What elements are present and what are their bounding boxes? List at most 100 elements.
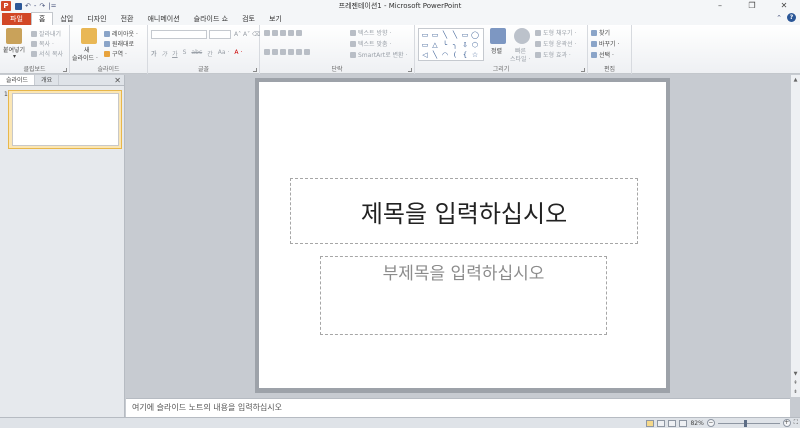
font-color-button[interactable]: A · <box>234 49 242 58</box>
shape-diagonal-icon[interactable]: ╲ <box>430 50 440 60</box>
alignment-buttons[interactable] <box>264 49 310 55</box>
subtitle-placeholder[interactable]: 부제목을 입력하십시오 <box>320 256 607 335</box>
shape-connector-icon[interactable]: ╮ <box>450 40 460 50</box>
shape-brace-icon[interactable]: { <box>460 50 470 60</box>
section-button[interactable]: 구역 · <box>104 49 127 58</box>
slide[interactable]: 제목을 입력하십시오 부제목을 입력하십시오 <box>259 82 666 388</box>
zoom-slider-thumb[interactable] <box>743 419 747 427</box>
notes-pane[interactable]: 여기에 슬라이드 노트의 내용을 입력하십시오 <box>126 398 790 417</box>
tab-view[interactable]: 보기 <box>262 13 289 25</box>
redo-icon[interactable]: ↷ <box>39 2 45 10</box>
shape-down-arrow-icon[interactable]: ⇩ <box>460 40 470 50</box>
text-direction-button[interactable]: 텍스트 방향 · <box>350 28 391 37</box>
convert-smartart-button[interactable]: SmartArt로 변환 · <box>350 50 407 59</box>
tab-transitions[interactable]: 전환 <box>114 13 141 25</box>
shape-textbox-icon[interactable]: ▭ <box>430 30 440 40</box>
shape-rectangle-icon[interactable]: ▭ <box>420 30 430 40</box>
scroll-down-icon[interactable]: ▼ <box>791 371 800 377</box>
grow-shrink-font-buttons[interactable]: A˄ A˅ <box>234 31 250 38</box>
previous-slide-icon[interactable]: ⇞ <box>791 380 800 386</box>
minimize-button[interactable]: – <box>704 0 736 12</box>
shape-effects-button[interactable]: 도형 효과 · <box>535 50 571 59</box>
close-panel-icon[interactable]: ✕ <box>114 75 121 86</box>
shape-arrow-line-icon[interactable]: ╲ <box>450 30 460 40</box>
tab-slides-pane[interactable]: 슬라이드 <box>0 75 36 85</box>
next-slide-icon[interactable]: ⇟ <box>791 389 800 395</box>
shape-rounded-rect-icon[interactable]: ▭ <box>460 30 470 40</box>
shadow-button[interactable]: S <box>183 49 187 58</box>
shape-line-icon[interactable]: ╲ <box>440 30 450 40</box>
paste-icon[interactable] <box>6 28 22 44</box>
paste-dropdown[interactable]: ▾ <box>13 53 16 60</box>
tab-file[interactable]: 파일 <box>2 13 31 25</box>
slide-thumbnail[interactable] <box>12 93 119 146</box>
change-case-button[interactable]: Aa · <box>218 49 230 58</box>
slide-sorter-view-icon[interactable] <box>657 419 666 427</box>
shapes-gallery[interactable]: ▭ ▭ ╲ ╲ ▭ ◯ ▭ △ ╰ ╮ ⇩ ⬡ ◁ ╲ ◠ ( { ☆ <box>418 28 484 61</box>
copy-button[interactable]: 복사 · <box>31 39 54 48</box>
shape-outline-button[interactable]: 도형 윤곽선 · <box>535 39 576 48</box>
vertical-scrollbar[interactable]: ▲ ▼ ⇞ ⇟ <box>790 75 800 397</box>
shape-fill-button[interactable]: 도형 채우기 · <box>535 28 576 37</box>
quick-styles-button[interactable]: 스타일 · <box>510 54 530 63</box>
quick-styles-icon[interactable] <box>514 28 530 44</box>
slide-show-view-icon[interactable] <box>679 419 688 427</box>
bold-button[interactable]: 가 <box>151 49 157 58</box>
save-icon[interactable] <box>15 2 22 10</box>
title-placeholder[interactable]: 제목을 입력하십시오 <box>290 178 638 244</box>
tab-design[interactable]: 디자인 <box>80 13 113 25</box>
tab-review[interactable]: 검토 <box>235 13 262 25</box>
font-size-combo[interactable] <box>209 30 231 39</box>
reading-view-icon[interactable] <box>668 419 677 427</box>
underline-button[interactable]: 가 <box>172 49 178 58</box>
tab-slide-show[interactable]: 슬라이드 쇼 <box>187 13 235 25</box>
tab-animations[interactable]: 애니메이션 <box>140 13 186 25</box>
clipboard-dialog-launcher-icon[interactable] <box>63 68 67 72</box>
tab-home[interactable]: 홈 <box>30 12 54 25</box>
customize-qat-button[interactable]: |= <box>48 2 56 10</box>
shape-left-triangle-icon[interactable]: ◁ <box>420 50 430 60</box>
zoom-in-button[interactable]: + <box>782 419 791 427</box>
shape-oval-icon[interactable]: ◯ <box>470 30 480 40</box>
normal-view-icon[interactable] <box>646 419 655 427</box>
select-button[interactable]: 선택 · <box>591 50 614 59</box>
shape-triangle-icon[interactable]: △ <box>430 40 440 50</box>
zoom-percent[interactable]: 82% <box>690 420 703 427</box>
minimize-ribbon-icon[interactable]: ⌃ <box>776 14 782 22</box>
new-slide-button[interactable]: 슬라이드 · <box>72 53 98 62</box>
shape-paren-icon[interactable]: ( <box>450 50 460 60</box>
shape-star-icon[interactable]: ☆ <box>470 50 480 60</box>
bullets-numbering-buttons[interactable] <box>264 30 302 36</box>
find-button[interactable]: 찾기 <box>591 28 610 37</box>
undo-dropdown[interactable]: - <box>34 2 37 10</box>
restore-button[interactable]: ❐ <box>736 0 768 12</box>
italic-button[interactable]: 가 <box>162 49 168 58</box>
undo-icon[interactable]: ↶ <box>25 2 31 10</box>
reset-button[interactable]: 원래대로 <box>104 39 134 48</box>
align-text-button[interactable]: 텍스트 맞춤 · <box>350 39 391 48</box>
arrange-button[interactable]: 정렬 <box>491 46 502 55</box>
tab-insert[interactable]: 삽입 <box>53 13 80 25</box>
shape-hexagon-icon[interactable]: ⬡ <box>470 40 480 50</box>
help-icon[interactable]: ? <box>787 13 796 22</box>
fit-to-window-icon[interactable]: ⛶ <box>794 419 798 427</box>
new-slide-icon[interactable] <box>81 28 97 44</box>
strikethrough-button[interactable]: abc <box>191 49 202 58</box>
character-spacing-button[interactable]: 간 <box>207 49 213 58</box>
arrange-icon[interactable] <box>490 28 506 44</box>
font-dialog-launcher-icon[interactable] <box>253 68 257 72</box>
tab-outline-pane[interactable]: 개요 <box>35 75 60 85</box>
paragraph-dialog-launcher-icon[interactable] <box>408 68 412 72</box>
shape-elbow-icon[interactable]: ╰ <box>440 40 450 50</box>
font-name-combo[interactable] <box>151 30 207 39</box>
powerpoint-app-icon[interactable]: P <box>1 1 11 11</box>
zoom-out-button[interactable]: − <box>706 419 715 427</box>
zoom-slider[interactable] <box>717 419 780 427</box>
drawing-dialog-launcher-icon[interactable] <box>581 68 585 72</box>
format-painter-button[interactable]: 서식 복사 <box>31 49 63 58</box>
replace-button[interactable]: 바꾸기 · <box>591 39 619 48</box>
shape-arc-icon[interactable]: ◠ <box>440 50 450 60</box>
shape-rect2-icon[interactable]: ▭ <box>420 40 430 50</box>
layout-button[interactable]: 레이아웃 · <box>104 29 138 38</box>
cut-button[interactable]: 잘라내기 <box>31 29 61 38</box>
